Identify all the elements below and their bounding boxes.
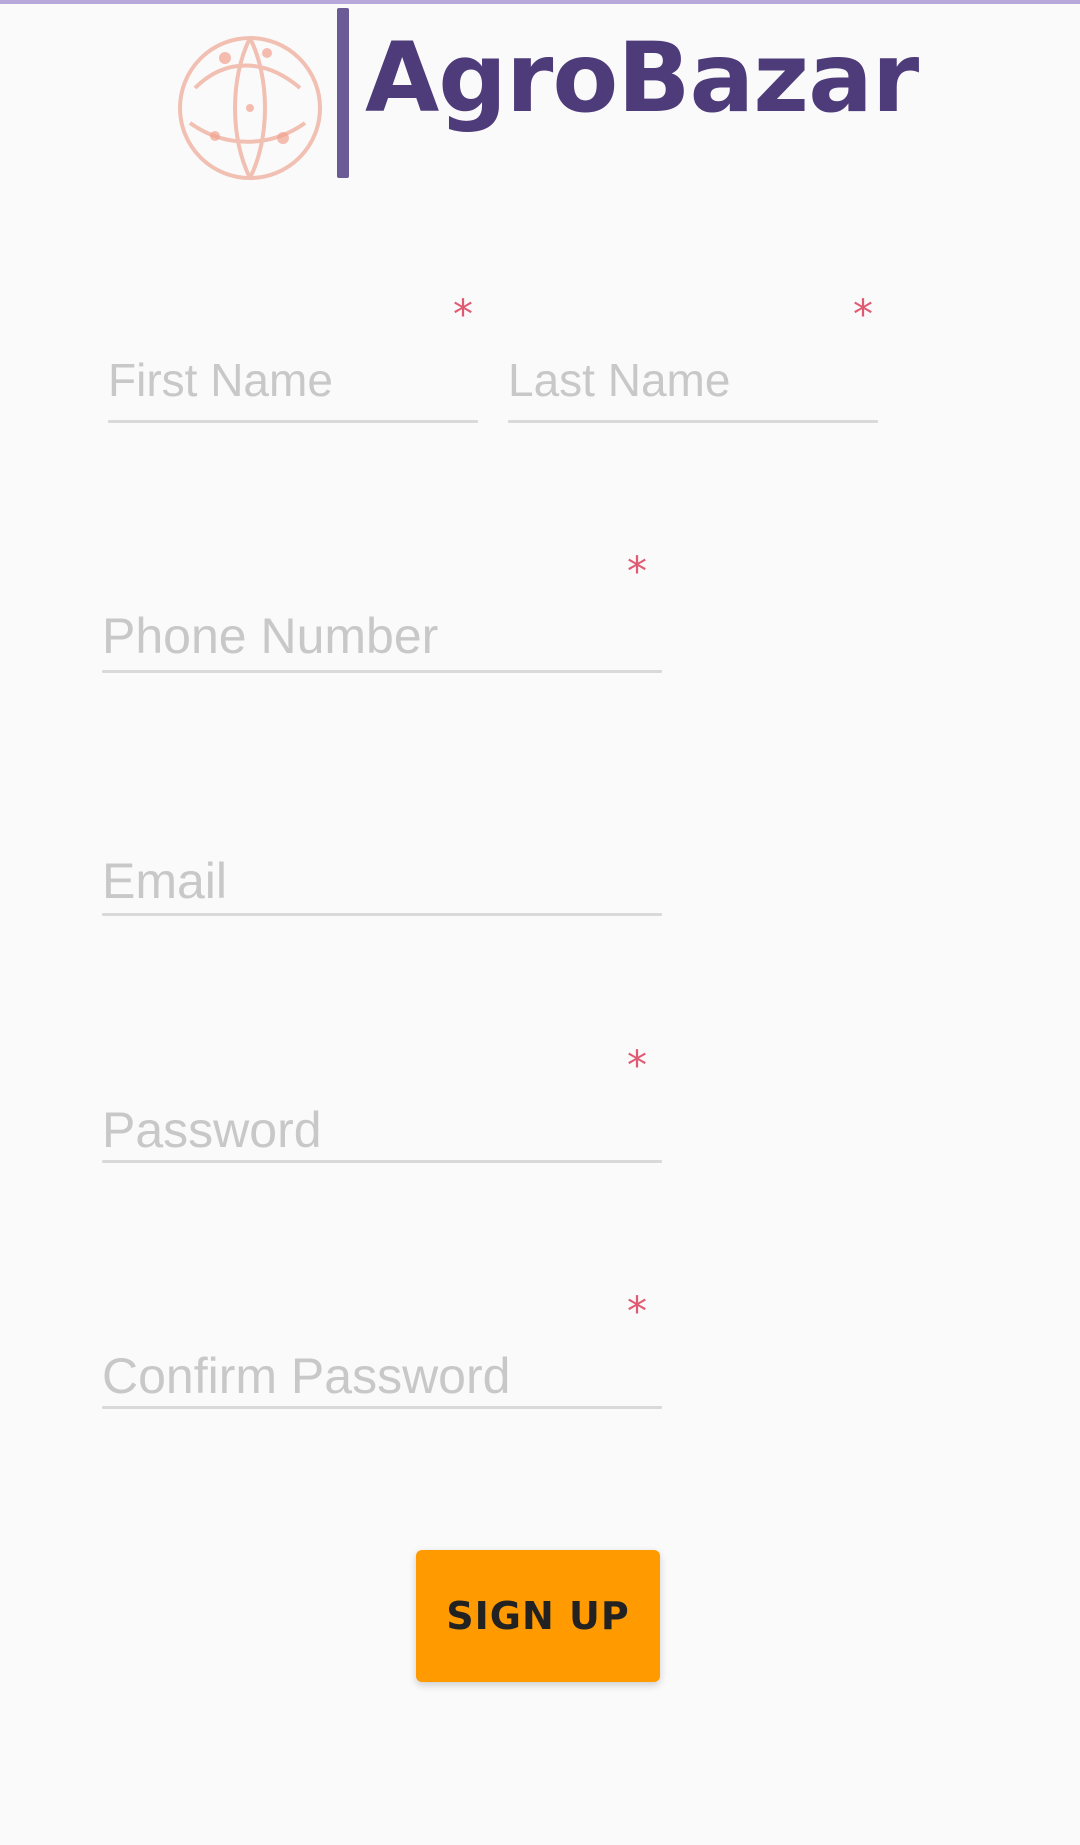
confirm-password-input[interactable] — [102, 1342, 662, 1410]
brand-name: AgroBazar — [365, 22, 919, 134]
phone-number-field: * — [102, 550, 662, 685]
required-asterisk-icon: * — [627, 549, 647, 595]
first-name-field: * — [108, 292, 478, 435]
first-name-input[interactable] — [108, 350, 478, 410]
required-asterisk-icon: * — [627, 1289, 647, 1335]
required-asterisk-icon: * — [627, 1043, 647, 1089]
required-asterisk-icon: * — [853, 292, 873, 338]
email-input[interactable] — [102, 847, 662, 915]
email-underline — [102, 913, 662, 916]
top-accent-bar — [0, 0, 1080, 4]
first-name-underline — [108, 420, 478, 423]
phone-number-input[interactable] — [102, 602, 662, 670]
password-input[interactable] — [102, 1096, 662, 1164]
password-field: * — [102, 1044, 662, 1179]
email-field — [102, 795, 662, 930]
last-name-input[interactable] — [508, 350, 878, 410]
app-logo: AgroBazar — [155, 8, 930, 183]
last-name-underline — [508, 420, 878, 423]
phone-number-underline — [102, 670, 662, 673]
confirm-password-field: * — [102, 1290, 662, 1425]
logo-divider — [337, 8, 349, 178]
last-name-field: * — [508, 292, 878, 435]
password-underline — [102, 1160, 662, 1163]
confirm-password-underline — [102, 1406, 662, 1409]
sign-up-button[interactable]: SIGN UP — [416, 1550, 660, 1682]
required-asterisk-icon: * — [453, 292, 473, 338]
globe-logo-icon — [178, 36, 322, 180]
